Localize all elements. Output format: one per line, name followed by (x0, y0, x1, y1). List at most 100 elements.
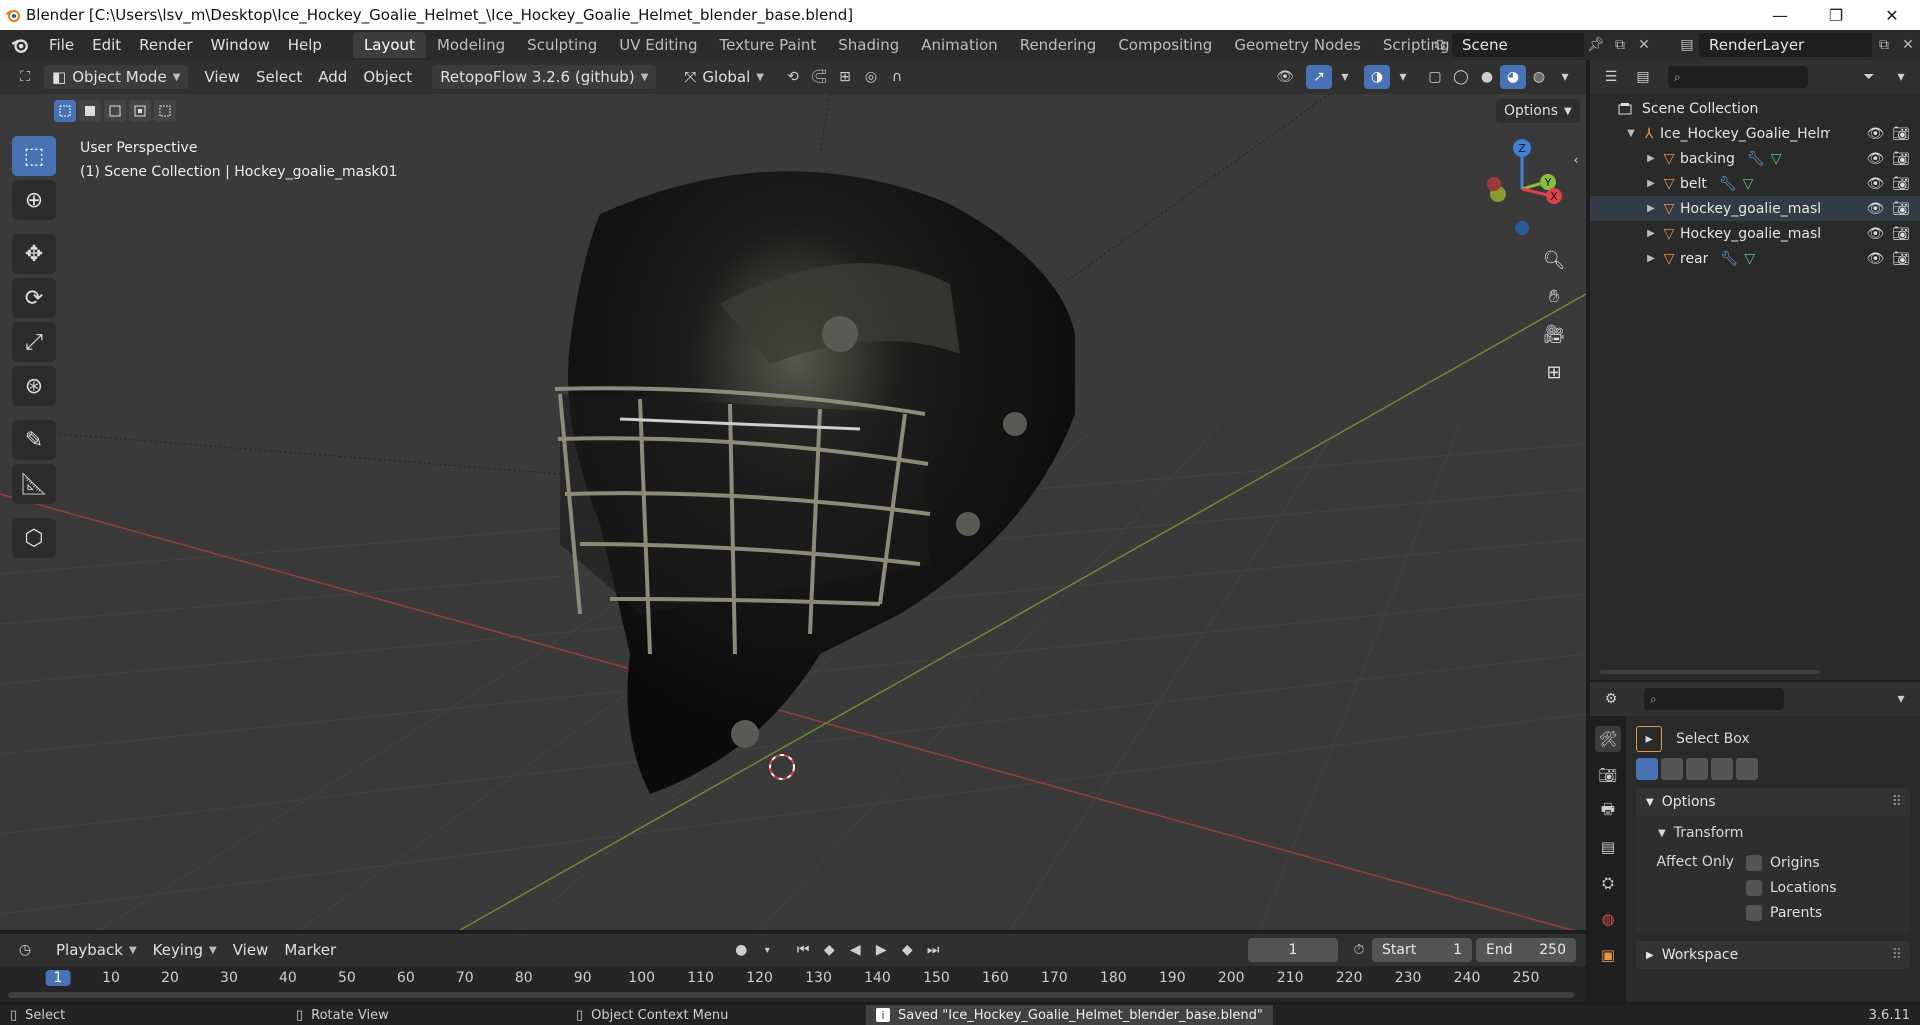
pin-icon[interactable]: 📌︎ (1584, 33, 1608, 57)
properties-editor-icon[interactable]: ⚙ (1598, 687, 1624, 711)
scene-name-field[interactable]: Scene (1452, 33, 1584, 57)
expand-right-icon[interactable]: ▶ (1644, 253, 1658, 264)
orientation-dropdown[interactable]: ⤧ Global ▼ (676, 65, 772, 89)
close-button[interactable]: ✕ (1864, 0, 1920, 30)
timeline-area[interactable]: 1 10 20 30 40 50 60 70 80 90 100 110 120 130 140 150 160… (0, 966, 1586, 1002)
record-icon[interactable]: ● (728, 938, 754, 962)
playback-menu[interactable]: Playback ▼ (48, 938, 145, 962)
prev-keyframe-icon[interactable]: ◆ (816, 938, 842, 962)
output-tab-icon[interactable]: 🖶︎ (1595, 798, 1621, 824)
view-layer-name-field[interactable]: RenderLayer (1699, 33, 1872, 57)
jump-start-icon[interactable]: ⏮ (790, 938, 816, 962)
select-new-icon[interactable] (1636, 758, 1658, 780)
tab-modeling[interactable]: Modeling (426, 32, 516, 58)
jump-end-icon[interactable]: ⏭ (920, 938, 946, 962)
menu-add[interactable]: Add (310, 65, 355, 89)
scene-icon[interactable]: ⛭ (1428, 33, 1452, 57)
outliner-item-belt[interactable]: ▶ ▽ belt 🔧︎ ▽ 👁︎ 📷︎ (1590, 171, 1920, 196)
select-invert-icon[interactable] (1711, 758, 1733, 780)
camera-icon[interactable]: 📷︎ (1892, 176, 1910, 192)
chevron-down-icon[interactable]: ▾ (754, 938, 780, 962)
mode-dropdown[interactable]: ◧ Object Mode ▼ (44, 65, 189, 89)
snap-icon[interactable]: 🧲︎ (806, 65, 832, 89)
wrench-icon[interactable]: 🔧︎ (1719, 176, 1737, 192)
eye-icon[interactable]: 👁︎ (1866, 176, 1884, 192)
chevron-down-icon[interactable]: ▾ (1888, 65, 1914, 89)
chevron-down-icon[interactable]: ▾ (1888, 687, 1914, 711)
camera-icon[interactable]: 📷︎ (1892, 201, 1910, 217)
3d-viewport[interactable]: User Perspective (1) Scene Collection | … (0, 94, 1586, 930)
view-layer-tab-icon[interactable]: ▤ (1595, 834, 1621, 860)
select-extend-icon[interactable] (1661, 758, 1683, 780)
remove-scene-icon[interactable]: ✕ (1632, 33, 1656, 57)
menu-edit[interactable]: Edit (83, 36, 130, 54)
menu-window[interactable]: Window (202, 36, 279, 54)
camera-icon[interactable]: 📷︎ (1892, 226, 1910, 242)
new-scene-icon[interactable]: ⧉ (1608, 33, 1632, 57)
shading-rendered-icon[interactable]: ◍ (1526, 65, 1552, 89)
menu-help[interactable]: Help (279, 36, 331, 54)
proportional-edit-icon[interactable]: ◎ (858, 65, 884, 89)
menu-file[interactable]: File (40, 36, 83, 54)
select-subtract-icon[interactable] (104, 100, 126, 122)
mesh-data-icon[interactable]: ▽ (1771, 151, 1782, 167)
xray-toggle-icon[interactable]: ▢ (1422, 65, 1448, 89)
cursor-tool-icon[interactable]: ⊕ (12, 180, 56, 220)
scale-tool-icon[interactable]: ⤢ (12, 322, 56, 362)
workspace-panel-header[interactable]: ▶ Workspace ⠿ (1636, 941, 1910, 969)
viewport-options-button[interactable]: Options ▼ (1496, 99, 1580, 123)
next-keyframe-icon[interactable]: ◆ (894, 938, 920, 962)
pivot-point-icon[interactable]: ⟲ (780, 65, 806, 89)
expand-right-icon[interactable]: ▶ (1644, 153, 1658, 164)
annotate-tool-icon[interactable]: ✎ (12, 420, 56, 460)
tab-animation[interactable]: Animation (910, 32, 1008, 58)
select-subtract-icon[interactable] (1686, 758, 1708, 780)
options-panel-header[interactable]: ▼ Options ⠿ (1636, 788, 1910, 816)
world-tab-icon[interactable]: ◍ (1595, 906, 1621, 932)
chevron-down-icon[interactable]: ▾ (1552, 65, 1578, 89)
tab-shading[interactable]: Shading (827, 32, 910, 58)
eye-icon[interactable]: 👁︎ (1866, 251, 1884, 267)
eye-icon[interactable]: 👁︎ (1866, 201, 1884, 217)
menu-view[interactable]: View (196, 65, 248, 89)
camera-icon[interactable]: 📷︎ (1892, 126, 1910, 142)
tab-compositing[interactable]: Compositing (1107, 32, 1223, 58)
outliner-item-rear[interactable]: ▶ ▽ rear 🔧︎ ▽ 👁︎ 📷︎ (1590, 246, 1920, 271)
timeline-scrollbar[interactable] (8, 992, 1574, 998)
select-extend-icon[interactable] (79, 100, 101, 122)
retopoflow-dropdown[interactable]: RetopoFlow 3.2.6 (github) ▼ (432, 65, 657, 89)
tab-uv-editing[interactable]: UV Editing (608, 32, 708, 58)
shading-wireframe-icon[interactable]: ◯ (1448, 65, 1474, 89)
outliner-root[interactable]: Scene Collection (1590, 96, 1920, 121)
expand-right-icon[interactable]: ▶ (1644, 178, 1658, 189)
select-intersect-icon[interactable] (1736, 758, 1758, 780)
outliner-item-mask-active[interactable]: ▶ ▽ Hockey_goalie_mask0 👁︎ 📷︎ (1590, 196, 1920, 221)
drag-handle-icon[interactable]: ⠿ (1892, 947, 1902, 963)
locations-checkbox[interactable]: Locations (1746, 875, 1837, 900)
properties-search-input[interactable]: ⌕ (1644, 688, 1784, 710)
timeline-view-menu[interactable]: View (225, 938, 277, 962)
camera-icon[interactable]: 📷︎ (1892, 151, 1910, 167)
parents-checkbox[interactable]: Parents (1746, 900, 1837, 925)
expand-down-icon[interactable]: ▼ (1624, 128, 1638, 139)
mesh-data-icon[interactable]: ▽ (1744, 251, 1755, 267)
play-icon[interactable]: ▶ (868, 938, 894, 962)
start-frame-field[interactable]: Start 1 (1372, 938, 1472, 962)
shading-material-icon[interactable]: ◕ (1500, 65, 1526, 89)
origins-checkbox[interactable]: Origins (1746, 850, 1837, 875)
stopwatch-icon[interactable]: ⏱ (1346, 938, 1372, 962)
remove-view-layer-icon[interactable]: ✕ (1896, 33, 1920, 57)
pan-hand-icon[interactable]: ✋︎ (1538, 280, 1570, 312)
move-tool-icon[interactable]: ✥ (12, 234, 56, 274)
object-tab-icon[interactable]: ▣ (1595, 942, 1621, 968)
select-new-icon[interactable] (54, 100, 76, 122)
transform-tool-icon[interactable]: ⊛ (12, 366, 56, 406)
select-invert-icon[interactable] (129, 100, 151, 122)
menu-select[interactable]: Select (248, 65, 310, 89)
new-view-layer-icon[interactable]: ⧉ (1872, 33, 1896, 57)
tab-layout[interactable]: Layout (352, 32, 426, 58)
tab-sculpting[interactable]: Sculpting (516, 32, 608, 58)
falloff-icon[interactable]: ∩ (884, 65, 910, 89)
blender-menu-icon[interactable] (0, 36, 40, 54)
eye-icon[interactable]: 👁︎ (1866, 126, 1884, 142)
